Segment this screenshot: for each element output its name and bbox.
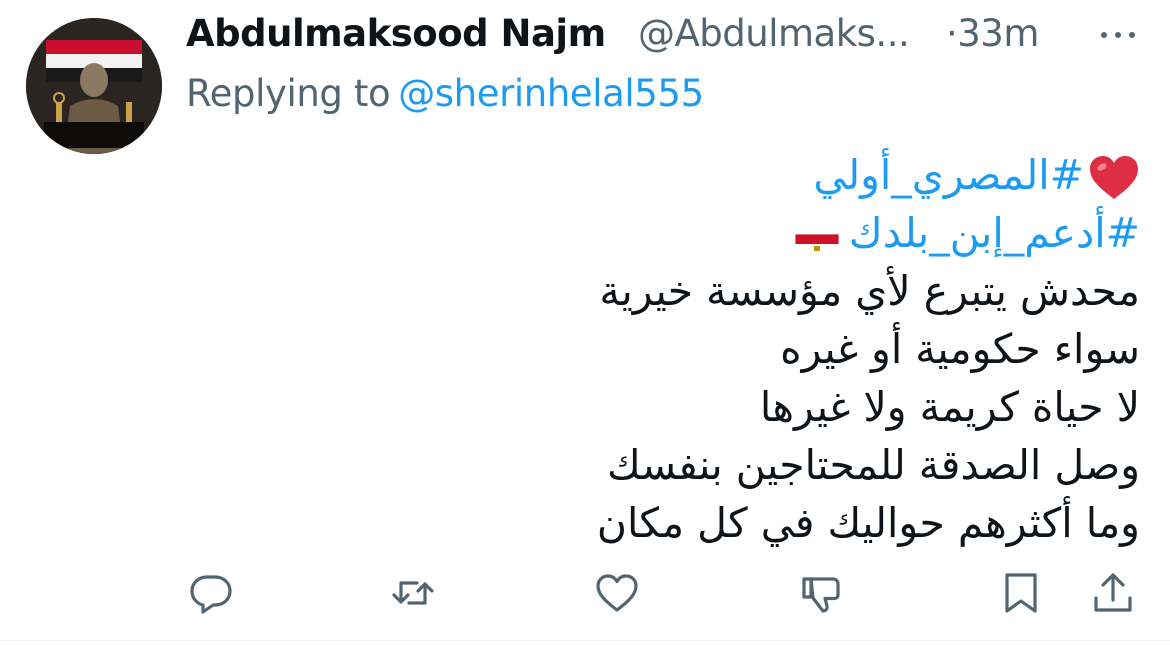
tweet-header: Abdulmaksood Najm @Abdulmaks... ·33m	[186, 12, 1146, 62]
more-horizontal-icon[interactable]	[1096, 20, 1140, 50]
tweet-text: #المصري_أولي #أدعم_إبن_بلدك محدش يتبرع ل…	[380, 146, 1140, 552]
like-button[interactable]	[592, 568, 642, 618]
retweet-icon	[392, 581, 434, 605]
downvote-icon	[802, 577, 840, 613]
divider	[0, 640, 1170, 641]
hashtag-link[interactable]: #أدعم_إبن_بلدك	[849, 209, 1140, 257]
tweet-line-hashtag1: #المصري_أولي	[380, 146, 1140, 204]
downvote-button[interactable]	[796, 568, 846, 618]
separator-dot: ·	[946, 12, 958, 55]
replying-to: Replying to @sherinhelal555	[186, 72, 704, 115]
bookmark-button[interactable]	[996, 568, 1046, 618]
share-button[interactable]	[1088, 568, 1138, 618]
reply-mention-link[interactable]: @sherinhelal555	[398, 72, 704, 115]
red-heart-icon	[1088, 155, 1140, 201]
avatar[interactable]	[26, 18, 162, 154]
egypt-flag-icon	[794, 221, 839, 251]
tweet-line: لا حياة كريمة ولا غيرها	[759, 383, 1140, 431]
avatar-image	[26, 18, 162, 154]
bookmark-icon	[1005, 573, 1037, 613]
timestamp[interactable]: ·33m	[946, 12, 1039, 55]
hashtag-link[interactable]: #المصري_أولي	[813, 151, 1084, 199]
tweet-line: وصل الصدقة للمحتاجين بنفسك	[607, 441, 1140, 489]
share-icon	[1094, 573, 1132, 612]
display-name[interactable]: Abdulmaksood Najm	[186, 12, 606, 55]
reply-icon	[190, 575, 232, 614]
reply-button[interactable]	[186, 568, 236, 618]
tweet-line: سواء حكومية أو غيره	[780, 325, 1140, 373]
time-ago: 33m	[957, 12, 1039, 55]
retweet-button[interactable]	[388, 568, 438, 618]
tweet-line: وما أكثرهم حواليك في كل مكان	[596, 499, 1140, 547]
replying-prefix: Replying to	[186, 72, 391, 115]
tweet-line-hashtag2: #أدعم_إبن_بلدك	[380, 204, 1140, 262]
heart-icon	[596, 574, 638, 612]
user-handle[interactable]: @Abdulmaks...	[638, 12, 910, 55]
tweet-action-bar	[0, 568, 1170, 628]
tweet-line: محدش يتبرع لأي مؤسسة خيرية	[599, 267, 1140, 315]
